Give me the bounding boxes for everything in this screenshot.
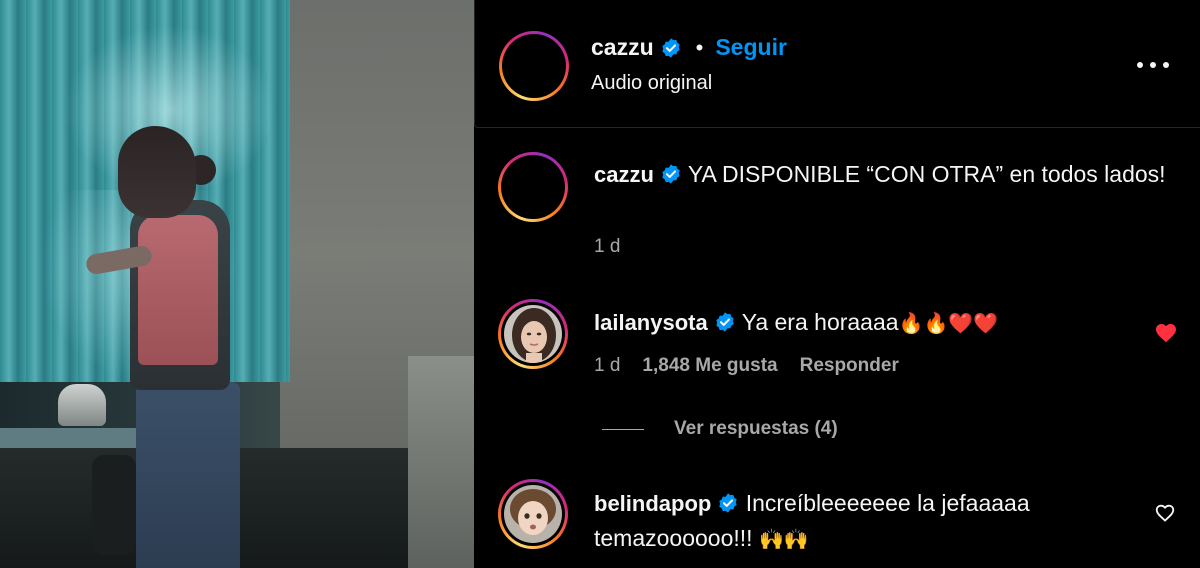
caption-text: YA DISPONIBLE “CON OTRA” en todos lados! — [687, 161, 1166, 187]
comment-avatar[interactable] — [498, 299, 568, 369]
view-replies-button[interactable]: Ver respuestas (4) — [602, 418, 838, 440]
comment-username[interactable]: lailanysota — [594, 310, 708, 335]
liked-heart-icon[interactable] — [1154, 321, 1178, 345]
video-bag — [92, 455, 136, 555]
comment-avatar-inner — [501, 482, 565, 546]
video-person-legs — [136, 382, 240, 568]
comment-emojis: 🔥🔥❤️❤️ — [898, 311, 999, 335]
verified-badge-icon — [716, 312, 734, 332]
more-options-icon[interactable] — [1137, 50, 1169, 80]
video-person-head — [118, 126, 196, 218]
video-cabinet — [408, 356, 474, 568]
verified-badge-icon — [661, 37, 680, 58]
comment-meta: 1 d 1,848 Me gusta Responder — [594, 355, 899, 377]
author-line: cazzu • Seguir — [591, 34, 787, 61]
belindapop-avatar-photo — [504, 485, 562, 543]
video-kettle — [58, 384, 106, 426]
comment-likes[interactable]: 1,848 Me gusta — [642, 355, 777, 377]
comment-timestamp: 1 d — [594, 355, 621, 376]
author-avatar[interactable] — [499, 31, 569, 101]
comment-text: Ya era horaaaa — [741, 309, 899, 335]
audio-label[interactable]: Audio original — [591, 72, 712, 95]
caption: cazzu YA DISPONIBLE “CON OTRA” en todos … — [594, 157, 1174, 192]
reply-button[interactable]: Responder — [800, 355, 899, 377]
replies-divider — [602, 428, 644, 430]
more-dot — [1163, 62, 1169, 68]
like-heart-icon[interactable] — [1154, 502, 1176, 524]
comment-username[interactable]: belindapop — [594, 491, 711, 516]
comment-avatar[interactable] — [498, 479, 568, 549]
comment: belindapop Increíbleeeeeee la jefaaaaa t… — [594, 486, 1154, 556]
post-panel: cazzu • Seguir Audio original cazzu YA D… — [474, 0, 1200, 568]
lailanysota-avatar-photo — [504, 305, 562, 363]
caption-username[interactable]: cazzu — [594, 162, 654, 187]
video-frame[interactable] — [0, 0, 474, 568]
video-person-shirt — [138, 215, 218, 365]
comment: lailanysota Ya era horaaaa🔥🔥❤️❤️ — [594, 305, 1154, 340]
verified-badge-icon — [719, 493, 738, 513]
verified-badge-icon — [662, 164, 680, 184]
author-avatar-inner — [502, 34, 566, 98]
more-dot — [1137, 62, 1143, 68]
comment-avatar-inner — [501, 302, 565, 366]
header-separator: • — [695, 34, 704, 60]
video-counter — [0, 428, 140, 448]
caption-avatar[interactable] — [498, 152, 568, 222]
caption-timestamp: 1 d — [594, 236, 621, 257]
more-dot — [1150, 62, 1156, 68]
comment-emojis: 🙌🙌 — [758, 527, 809, 551]
author-username[interactable]: cazzu — [591, 34, 654, 61]
follow-button[interactable]: Seguir — [715, 34, 787, 61]
caption-avatar-inner — [501, 155, 565, 219]
view-replies-label: Ver respuestas (4) — [674, 418, 838, 439]
post-header: cazzu • Seguir Audio original — [474, 0, 1200, 128]
